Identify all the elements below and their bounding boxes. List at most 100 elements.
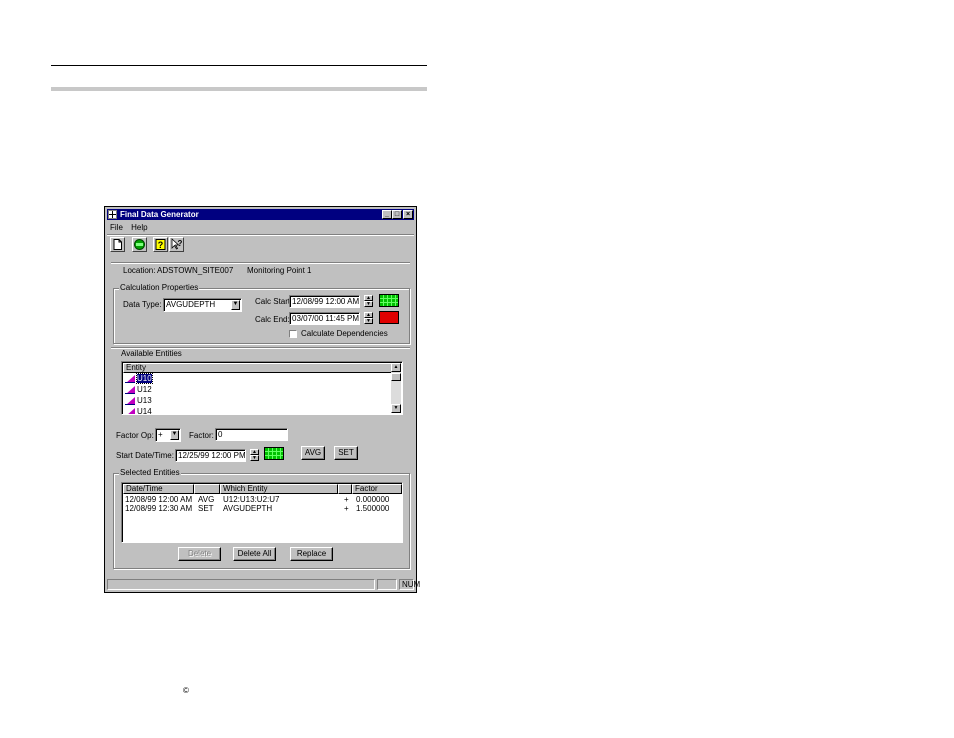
calculate-dependencies-label: Calculate Dependencies — [301, 329, 388, 338]
delete-button[interactable]: Delete — [178, 547, 221, 561]
row-factor: 0.000000 — [356, 495, 390, 504]
chevron-down-icon[interactable]: ▼ — [170, 430, 179, 440]
row-op: SET — [198, 504, 214, 513]
maximize-button[interactable]: □ — [392, 210, 402, 219]
start-datetime-field[interactable]: 12/25/99 12:00 PM — [175, 449, 246, 462]
datetime-column-header[interactable]: Date/Time — [123, 484, 194, 494]
final-data-generator-window: Final Data Generator _ □ × File Help ? ?… — [104, 206, 420, 593]
op-column-header[interactable] — [194, 484, 220, 494]
page-rule-gray — [51, 87, 427, 91]
factor-op-label: Factor Op: — [116, 431, 154, 440]
calc-end-spinner[interactable]: ▲ ▼ — [364, 312, 373, 324]
calc-end-value: 03/07/00 11:45 PM — [292, 314, 360, 323]
scroll-down-icon[interactable]: ▼ — [391, 404, 401, 413]
factor-column-header[interactable]: Factor — [352, 484, 402, 494]
status-pane-blank — [377, 579, 397, 590]
status-bar: NUM — [107, 579, 420, 590]
set-button[interactable]: SET — [334, 446, 358, 460]
list-item[interactable]: U10 — [125, 373, 153, 384]
svg-text:?: ? — [178, 239, 183, 248]
start-datetime-calendar-icon[interactable] — [264, 447, 284, 460]
chevron-down-icon[interactable]: ▼ — [231, 300, 240, 310]
new-icon — [113, 239, 122, 250]
calc-start-field[interactable]: 12/08/99 12:00 AM — [289, 295, 360, 308]
calculate-dependencies-checkbox[interactable] — [289, 330, 297, 338]
entity-icon — [125, 385, 136, 394]
menu-help[interactable]: Help — [131, 223, 147, 232]
location-label: Location: — [123, 266, 156, 275]
sign-column-header[interactable] — [338, 484, 352, 494]
entity-name: U10 — [136, 373, 153, 384]
row-sign: + — [344, 504, 349, 513]
available-scrollbar[interactable]: ▲ ▼ — [391, 363, 401, 413]
run-button[interactable] — [132, 237, 147, 252]
calc-end-field[interactable]: 03/07/00 11:45 PM — [289, 312, 360, 325]
available-entities-list[interactable]: Entity U10 U12 U13 U14 ▲ ▼ — [121, 361, 403, 415]
row-entity: AVGUDEPTH — [223, 504, 273, 513]
calc-start-label: Calc Start: — [255, 297, 293, 306]
toolbar-divider — [111, 262, 410, 264]
data-type-select[interactable]: AVGUDEPTH ▼ — [163, 298, 242, 312]
window-title: Final Data Generator — [120, 210, 199, 219]
calc-start-value: 12/08/99 12:00 AM — [292, 297, 360, 306]
row-factor: 1.500000 — [356, 504, 390, 513]
row-op: AVG — [198, 495, 215, 504]
spin-down-icon[interactable]: ▼ — [364, 318, 373, 324]
context-help-button[interactable]: ? — [169, 237, 184, 252]
scroll-thumb[interactable] — [391, 373, 401, 381]
calculation-properties-label: Calculation Properties — [119, 283, 200, 292]
list-item[interactable]: U12 — [125, 384, 152, 395]
delete-all-button[interactable]: Delete All — [233, 547, 276, 561]
status-num: NUM — [399, 579, 420, 590]
help-button[interactable]: ? — [153, 237, 168, 252]
start-datetime-value: 12/25/99 12:00 PM — [178, 451, 246, 460]
replace-button[interactable]: Replace — [290, 547, 333, 561]
copyright-mark: © — [183, 686, 189, 695]
app-icon — [108, 210, 117, 219]
entity-name: U13 — [137, 396, 152, 405]
run-icon — [134, 239, 145, 250]
list-item[interactable]: U13 — [125, 395, 152, 406]
close-button[interactable]: × — [403, 210, 413, 219]
calc-start-spinner[interactable]: ▲ ▼ — [364, 295, 373, 307]
start-datetime-label: Start Date/Time: — [116, 451, 174, 460]
row-sign: + — [344, 495, 349, 504]
status-pane-main — [107, 579, 375, 590]
calc-end-calendar-icon[interactable] — [379, 311, 399, 324]
entity-icon — [125, 407, 136, 414]
entity-name: U12 — [137, 385, 152, 394]
title-bar[interactable]: Final Data Generator _ □ × — [107, 209, 414, 220]
spin-down-icon[interactable]: ▼ — [364, 301, 373, 307]
entity-icon — [125, 396, 136, 405]
factor-input[interactable]: 0 — [215, 428, 288, 441]
list-item[interactable]: U14 — [125, 406, 152, 415]
monitoring-point: Monitoring Point 1 — [247, 266, 312, 275]
entity-column-header[interactable]: Entity — [123, 363, 392, 373]
location-site: ADSTOWN_SITE007 — [157, 266, 234, 275]
spin-down-icon[interactable]: ▼ — [250, 455, 259, 461]
which-entity-column-header[interactable]: Which Entity — [220, 484, 338, 494]
factor-op-select[interactable]: + ▼ — [155, 428, 181, 442]
minimize-button[interactable]: _ — [382, 210, 392, 219]
new-button[interactable] — [110, 237, 125, 252]
data-type-label: Data Type: — [123, 300, 162, 309]
svg-text:?: ? — [158, 240, 164, 250]
calc-end-label: Calc End: — [255, 315, 290, 324]
selected-entities-list[interactable]: Date/Time Which Entity Factor 12/08/99 1… — [121, 482, 403, 543]
menu-bar: File Help — [110, 223, 154, 232]
factor-value: 0 — [218, 430, 223, 439]
context-help-icon: ? — [171, 238, 183, 250]
help-icon: ? — [155, 239, 166, 250]
row-date: 12/08/99 12:00 AM — [125, 495, 193, 504]
calc-start-calendar-icon[interactable] — [379, 294, 399, 307]
factor-op-value: + — [158, 430, 163, 439]
start-datetime-spinner[interactable]: ▲ ▼ — [250, 449, 259, 461]
data-type-value: AVGUDEPTH — [166, 300, 216, 309]
row-date: 12/08/99 12:30 AM — [125, 504, 193, 513]
scroll-up-icon[interactable]: ▲ — [391, 363, 401, 372]
avg-button[interactable]: AVG — [301, 446, 325, 460]
row-entity: U12:U13:U2:U7 — [223, 495, 280, 504]
page-rule-top — [51, 65, 427, 66]
entity-name: U14 — [137, 407, 152, 415]
menu-file[interactable]: File — [110, 223, 123, 232]
